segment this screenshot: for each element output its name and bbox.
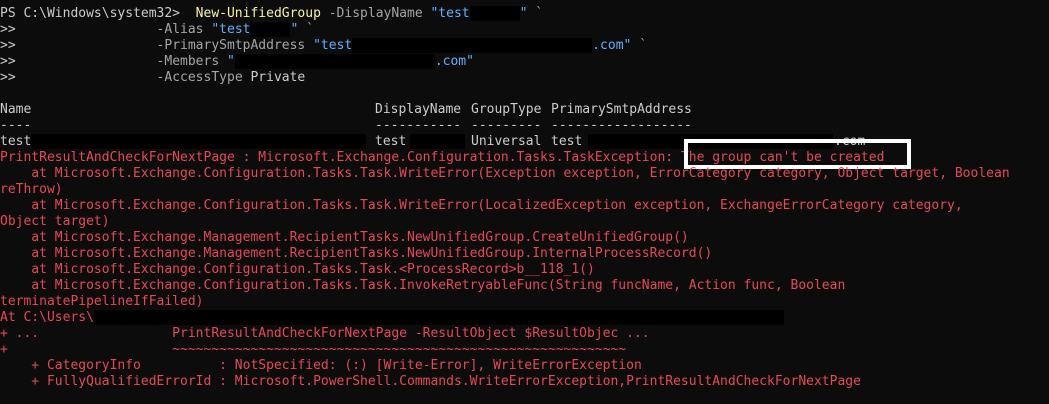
- redaction: [352, 38, 593, 53]
- error-line-11: At C:\Users\: [0, 310, 784, 326]
- command-line-4: >> -Members " .com": [0, 54, 474, 69]
- command-line-3: >> -PrimarySmtpAddress "test .com" `: [0, 38, 648, 53]
- powershell-console[interactable]: PS C:\Windows\system32> New-UnifiedGroup…: [0, 0, 1049, 404]
- param-primarysmtp: -PrimarySmtpAddress: [156, 38, 306, 53]
- param-accesstype: -AccessType: [156, 70, 243, 85]
- table-header: Name DisplayName GroupType PrimarySmtpAddre…: [0, 102, 692, 117]
- error-line-5: Object target): [0, 214, 110, 229]
- cmdlet-name: New-UnifiedGroup: [195, 6, 321, 21]
- param-members: -Members: [156, 54, 220, 69]
- value-accesstype: Private: [250, 70, 306, 85]
- error-line-6: at Microsoft.Exchange.Management.Recipie…: [0, 230, 689, 245]
- value-primarysmtp: "test: [313, 38, 353, 53]
- redaction: [31, 134, 367, 149]
- error-line-13: + ~~~~~~~~~~~~~~~~~~~~~~~~~~~~~~~~~~~~~~…: [0, 342, 627, 357]
- value-alias: "test: [211, 22, 251, 37]
- command-line-2: >> -Alias "test " `: [0, 22, 314, 37]
- error-line-7: at Microsoft.Exchange.Management.Recipie…: [0, 246, 713, 261]
- highlight-box: [684, 139, 911, 169]
- error-line-4: at Microsoft.Exchange.Configuration.Task…: [0, 198, 963, 213]
- param-alias: -Alias: [156, 22, 204, 37]
- error-line-3: reThrow): [0, 182, 63, 197]
- param-displayname: -DisplayName: [328, 6, 423, 21]
- error-line-9: at Microsoft.Exchange.Configuration.Task…: [0, 278, 846, 293]
- redaction: [234, 54, 435, 69]
- redaction: [250, 22, 291, 37]
- error-line-14: + CategoryInfo : NotSpecified: (:) [Writ…: [0, 358, 642, 373]
- command-line-1: PS C:\Windows\system32> New-UnifiedGroup…: [0, 6, 544, 21]
- table-row: test test Universal test .com: [0, 134, 866, 149]
- prompt: PS C:\Windows\system32>: [0, 6, 181, 21]
- table-divider: ---- ----------- --------- ----------------…: [0, 118, 692, 133]
- command-line-5: >> -AccessType Private: [0, 70, 306, 85]
- value-displayname: "test: [430, 6, 470, 21]
- error-line-10: terminatePipelineIfFailed): [0, 294, 204, 309]
- error-line-8: at Microsoft.Exchange.Configuration.Task…: [0, 262, 595, 277]
- value-members: ": [227, 54, 235, 69]
- redaction: [410, 134, 465, 149]
- error-line-12: + ... PrintResultAndCheckForNextPage -Re…: [0, 326, 650, 341]
- error-line-2: at Microsoft.Exchange.Configuration.Task…: [0, 166, 1010, 181]
- error-line-15: + FullyQualifiedErrorId : Microsoft.Powe…: [0, 374, 861, 389]
- redaction: [469, 6, 520, 21]
- redaction: [93, 310, 784, 325]
